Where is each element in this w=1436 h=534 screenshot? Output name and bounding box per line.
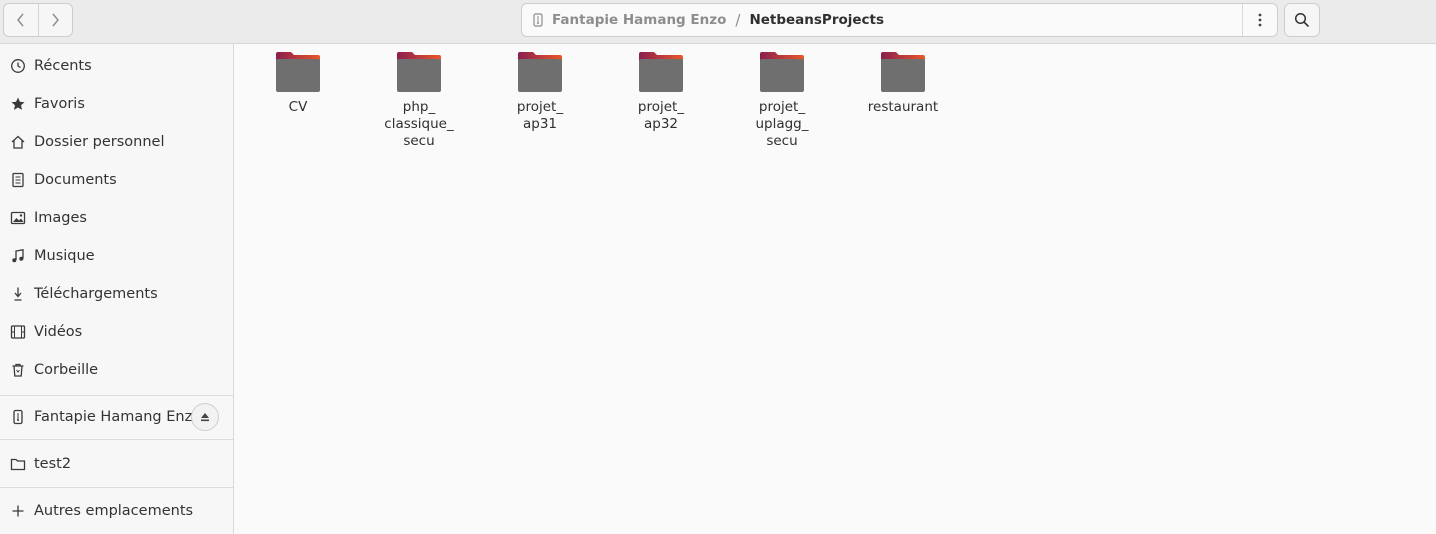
sidebar-item-recents[interactable]: Récents — [0, 48, 233, 84]
folder-name: projet_ ap32 — [637, 99, 685, 132]
breadcrumb-parent[interactable]: Fantapie Hamang Enzo — [552, 12, 726, 28]
sidebar-item-drive[interactable]: Fantapie Hamang Enzo — [0, 399, 233, 435]
search-button[interactable] — [1284, 3, 1320, 37]
path-bar: Fantapie Hamang Enzo / NetbeansProjects — [521, 3, 1278, 37]
folder-name: projet_ ap31 — [516, 99, 564, 132]
breadcrumb-separator: / — [735, 11, 741, 29]
sidebar-divider — [0, 395, 233, 396]
sidebar-item-label: Téléchargements — [34, 286, 158, 302]
folder-icon — [518, 52, 562, 92]
image-icon — [10, 210, 26, 226]
trash-icon — [10, 362, 26, 378]
sidebar-item-test2[interactable]: test2 — [0, 446, 233, 482]
sidebar-item-favoris[interactable]: Favoris — [0, 86, 233, 122]
sidebar-item-label: Dossier personnel — [34, 134, 165, 150]
video-icon — [10, 324, 26, 340]
folder-icon — [881, 52, 925, 92]
sidebar-item-documents[interactable]: Documents — [0, 162, 233, 198]
forward-button[interactable] — [37, 4, 73, 36]
sidebar-item-label: test2 — [34, 456, 72, 472]
folder-name: CV — [288, 99, 308, 115]
sidebar-item-images[interactable]: Images — [0, 200, 233, 236]
document-icon — [10, 172, 26, 188]
sidebar-item-corbeille[interactable]: Corbeille — [0, 352, 233, 388]
sidebar-item-label: Musique — [34, 248, 95, 264]
sidebar-item-telechargements[interactable]: Téléchargements — [0, 276, 233, 312]
folder-name: projet_ uplagg_ secu — [755, 99, 809, 149]
breadcrumb-current[interactable]: NetbeansProjects — [749, 12, 884, 28]
usb-drive-icon — [532, 13, 544, 27]
eject-button[interactable] — [191, 403, 219, 431]
usb-drive-icon — [10, 409, 26, 425]
folder-icon — [276, 52, 320, 92]
file-view: CV php_ classique_ secu projet_ ap31 pro… — [234, 44, 1436, 534]
sidebar-item-other-locations[interactable]: Autres emplacements — [0, 493, 233, 529]
eject-icon — [201, 413, 209, 422]
sidebar-item-label: Images — [34, 210, 87, 226]
plus-icon — [10, 503, 26, 519]
chevron-left-icon — [16, 13, 24, 27]
navigation-buttons — [3, 3, 73, 37]
download-icon — [10, 286, 26, 302]
search-icon — [1294, 12, 1309, 27]
sidebar-item-label: Autres emplacements — [34, 503, 194, 519]
folder-icon — [10, 456, 26, 472]
folder-item[interactable]: projet_ uplagg_ secu — [732, 50, 832, 150]
sidebar-item-label: Fantapie Hamang Enzo — [34, 409, 202, 425]
folder-icon — [397, 52, 441, 92]
star-icon — [10, 96, 26, 112]
sidebar-divider — [0, 487, 233, 488]
sidebar-item-home[interactable]: Dossier personnel — [0, 124, 233, 160]
folder-item[interactable]: CV — [248, 50, 348, 116]
sidebar-item-label: Vidéos — [34, 324, 83, 340]
back-button[interactable] — [4, 4, 38, 36]
sidebar-item-videos[interactable]: Vidéos — [0, 314, 233, 350]
vertical-dots-icon — [1258, 13, 1262, 27]
sidebar: Récents Favoris Dossier personnel Docume… — [0, 44, 234, 534]
folder-item[interactable]: projet_ ap32 — [611, 50, 711, 133]
folder-item[interactable]: projet_ ap31 — [490, 50, 590, 133]
header-bar: Fantapie Hamang Enzo / NetbeansProjects — [0, 0, 1436, 44]
clock-icon — [10, 58, 26, 74]
path-menu-button[interactable] — [1242, 4, 1277, 36]
sidebar-item-label: Corbeille — [34, 362, 99, 378]
music-icon — [10, 248, 26, 264]
folder-name: php_ classique_ secu — [384, 99, 454, 149]
sidebar-divider — [0, 439, 233, 440]
chevron-right-icon — [52, 13, 60, 27]
folder-icon — [639, 52, 683, 92]
sidebar-item-label: Documents — [34, 172, 117, 188]
sidebar-item-label: Récents — [34, 58, 92, 74]
home-icon — [10, 134, 26, 150]
folder-item[interactable]: php_ classique_ secu — [369, 50, 469, 150]
sidebar-item-musique[interactable]: Musique — [0, 238, 233, 274]
folder-item[interactable]: restaurant — [853, 50, 953, 116]
folder-icon — [760, 52, 804, 92]
sidebar-item-label: Favoris — [34, 96, 85, 112]
folder-name: restaurant — [867, 99, 939, 115]
